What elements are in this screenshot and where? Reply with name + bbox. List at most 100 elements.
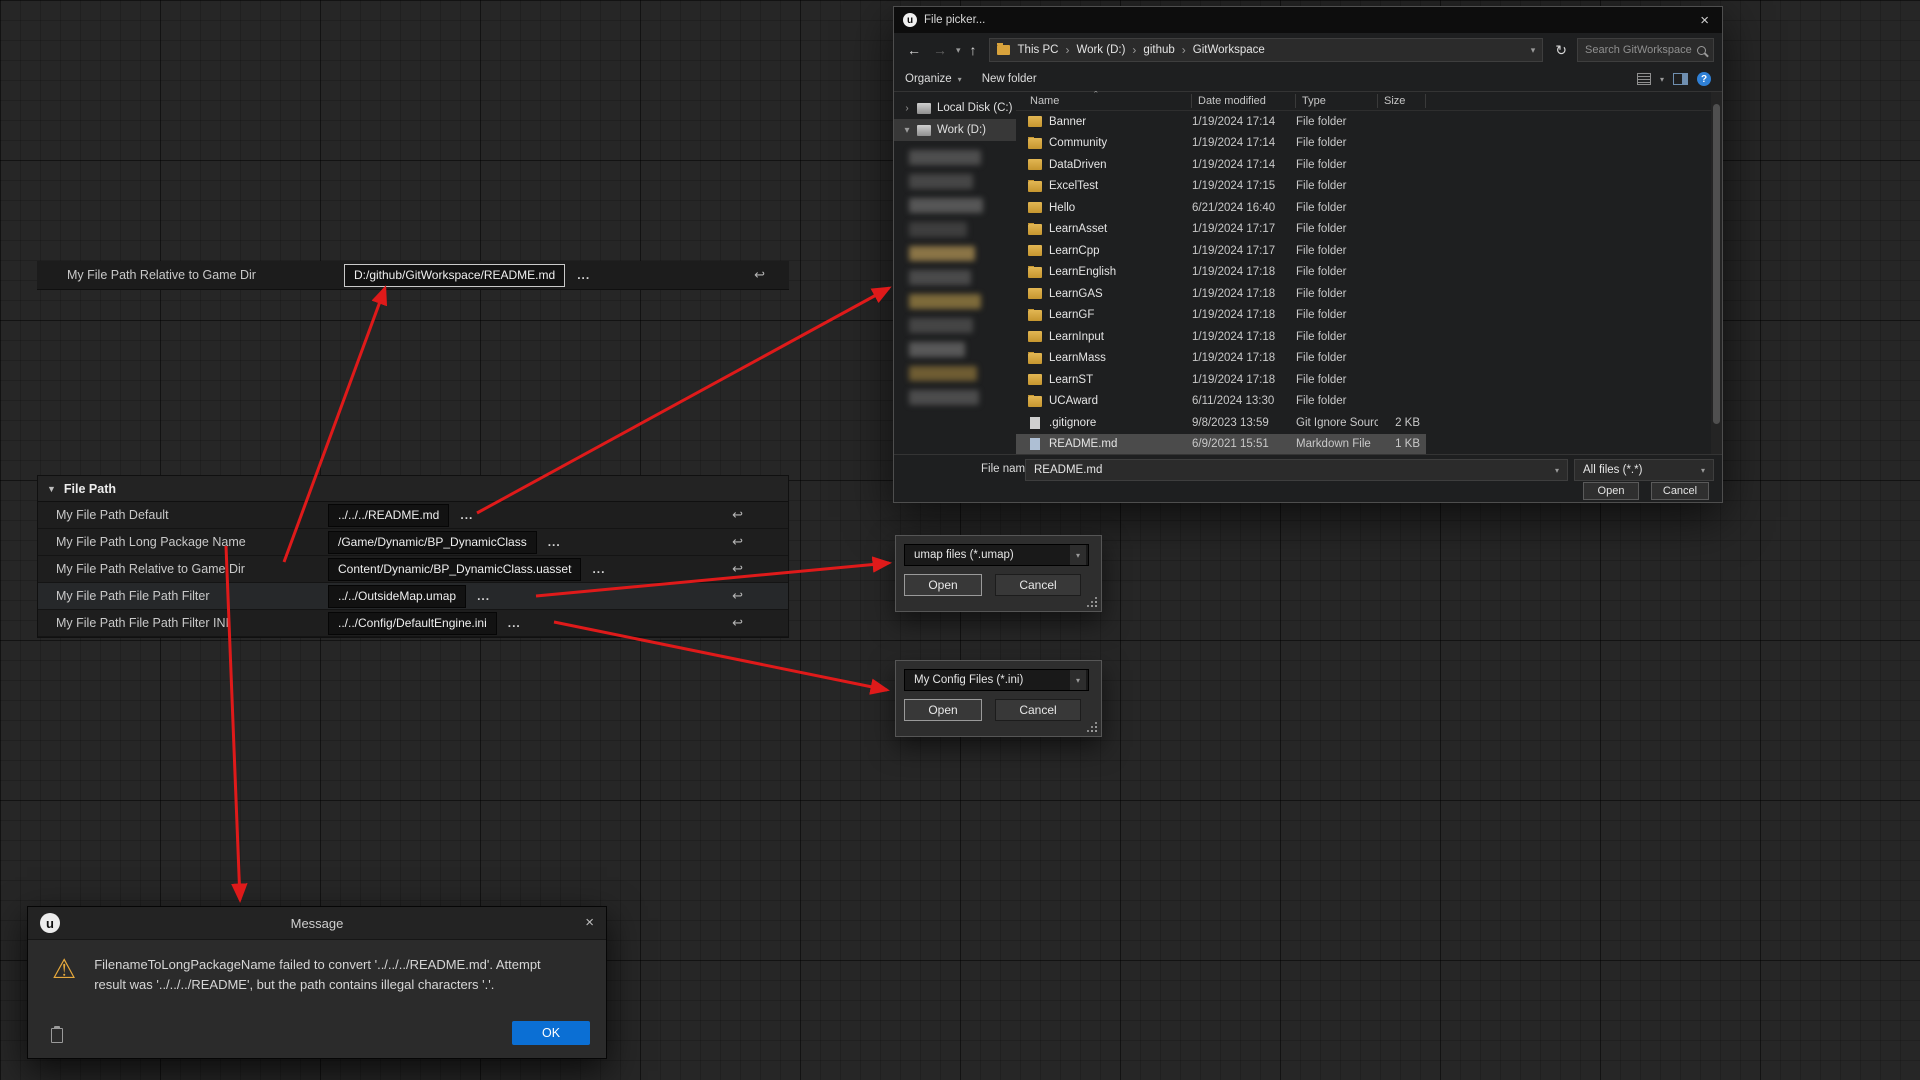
message-titlebar[interactable]: u Message × xyxy=(28,907,606,940)
file-type: File folder xyxy=(1296,137,1378,149)
file-row[interactable]: .gitignore 9/8/2023 13:59 Git Ignore Sou… xyxy=(1016,412,1426,434)
file-row[interactable]: LearnGF 1/19/2024 17:18 File folder xyxy=(1016,305,1426,327)
breadcrumb-segment[interactable]: Work (D:) xyxy=(1076,44,1125,56)
chevron-down-icon[interactable]: ▾ xyxy=(1070,670,1086,690)
file-name: LearnInput xyxy=(1049,331,1104,343)
browse-button[interactable]: ... xyxy=(477,589,490,603)
revert-icon[interactable]: ↩ xyxy=(732,507,743,523)
breadcrumb-segment[interactable]: GitWorkspace xyxy=(1193,44,1265,56)
organize-menu[interactable]: Organize ▾ xyxy=(905,73,962,85)
file-name: LearnCpp xyxy=(1049,245,1100,257)
ok-button[interactable]: OK xyxy=(512,1021,590,1045)
file-row[interactable]: LearnST 1/19/2024 17:18 File folder xyxy=(1016,369,1426,391)
file-row[interactable]: README.md 6/9/2021 15:51 Markdown File 1… xyxy=(1016,434,1426,456)
revert-icon[interactable]: ↩ xyxy=(732,534,743,550)
sidebar-item-local-disk-c[interactable]: › Local Disk (C:) xyxy=(894,97,1016,119)
view-chevron-icon[interactable]: ▾ xyxy=(1660,75,1664,84)
column-header-date-modified[interactable]: Date modified xyxy=(1192,94,1296,108)
revert-icon[interactable]: ↩ xyxy=(754,267,765,283)
new-folder-button[interactable]: New folder xyxy=(982,73,1037,85)
file-picker-titlebar[interactable]: u File picker... × xyxy=(894,7,1722,33)
file-type-dropdown[interactable]: All files (*.*) ▾ xyxy=(1574,459,1714,481)
breadcrumb-segment[interactable]: This PC xyxy=(1018,44,1059,56)
file-path-value-box[interactable]: ../../Config/DefaultEngine.ini xyxy=(328,612,497,635)
breadcrumb[interactable]: This PC›Work (D:)›github›GitWorkspace ▾ xyxy=(989,38,1544,62)
file-path-value-box[interactable]: D:/github/GitWorkspace/README.md xyxy=(344,264,565,287)
scrollbar[interactable] xyxy=(1711,92,1722,454)
scrollbar-thumb[interactable] xyxy=(1713,104,1720,424)
column-header-name[interactable]: Name xyxy=(1016,94,1192,108)
change-view-icon[interactable] xyxy=(1637,73,1651,85)
open-button[interactable]: Open xyxy=(904,574,982,596)
file-row[interactable]: ExcelTest 1/19/2024 17:15 File folder xyxy=(1016,176,1426,198)
file-name: .gitignore xyxy=(1049,417,1096,429)
sort-ascending-icon: ˆ xyxy=(1094,90,1098,102)
column-header-size[interactable]: Size xyxy=(1378,94,1426,108)
property-row-relative-game-dir[interactable]: My File Path Relative to Game Dir D:/git… xyxy=(37,261,789,290)
file-row[interactable]: LearnAsset 1/19/2024 17:17 File folder xyxy=(1016,219,1426,241)
file-row[interactable]: Hello 6/21/2024 16:40 File folder xyxy=(1016,197,1426,219)
copy-to-clipboard-icon[interactable] xyxy=(51,1028,63,1043)
cancel-button[interactable]: Cancel xyxy=(995,699,1081,721)
revert-icon[interactable]: ↩ xyxy=(732,588,743,604)
file-filter-dropdown[interactable]: My Config Files (*.ini) ▾ xyxy=(904,669,1089,691)
details-row[interactable]: My File Path File Path Filter INI ../../… xyxy=(38,610,788,637)
file-row[interactable]: LearnEnglish 1/19/2024 17:18 File folder xyxy=(1016,262,1426,284)
details-row[interactable]: My File Path Default ../../../README.md … xyxy=(38,502,788,529)
file-row[interactable]: Community 1/19/2024 17:14 File folder xyxy=(1016,133,1426,155)
file-icon xyxy=(1028,267,1042,278)
resize-grip[interactable] xyxy=(1087,722,1097,732)
breadcrumb-segment[interactable]: github xyxy=(1143,44,1174,56)
file-row[interactable]: LearnCpp 1/19/2024 17:17 File folder xyxy=(1016,240,1426,262)
revert-icon[interactable]: ↩ xyxy=(732,561,743,577)
close-icon[interactable]: × xyxy=(585,914,594,931)
back-icon[interactable]: ← xyxy=(902,42,926,58)
file-path-value-box[interactable]: Content/Dynamic/BP_DynamicClass.uasset xyxy=(328,558,581,581)
cancel-button[interactable]: Cancel xyxy=(1651,482,1709,500)
open-button[interactable]: Open xyxy=(904,699,982,721)
chevron-down-icon[interactable]: ▾ xyxy=(903,125,911,136)
file-filter-dropdown[interactable]: umap files (*.umap) ▾ xyxy=(904,544,1089,566)
revert-icon[interactable]: ↩ xyxy=(732,615,743,631)
preview-pane-icon[interactable] xyxy=(1673,73,1688,85)
help-icon[interactable]: ? xyxy=(1697,72,1711,86)
file-name-input[interactable]: README.md ▾ xyxy=(1025,459,1568,481)
up-icon[interactable]: ↑ xyxy=(965,42,982,58)
sidebar-item-work-d[interactable]: ▾ Work (D:) xyxy=(894,119,1016,141)
file-date-modified: 1/19/2024 17:15 xyxy=(1192,180,1296,192)
file-row[interactable]: LearnMass 1/19/2024 17:18 File folder xyxy=(1016,348,1426,370)
search-box[interactable] xyxy=(1577,38,1714,62)
column-header-type[interactable]: Type xyxy=(1296,94,1378,108)
category-header-file-path[interactable]: ▼ File Path xyxy=(38,476,788,502)
browse-button[interactable]: ... xyxy=(592,562,605,576)
details-row[interactable]: My File Path Relative to Game Dir Conten… xyxy=(38,556,788,583)
file-row[interactable]: DataDriven 1/19/2024 17:14 File folder xyxy=(1016,154,1426,176)
file-row[interactable]: UCAward 6/11/2024 13:30 File folder xyxy=(1016,391,1426,413)
open-button[interactable]: Open xyxy=(1583,482,1639,500)
browse-button[interactable]: ... xyxy=(460,508,473,522)
chevron-down-icon[interactable]: ▾ xyxy=(1555,466,1559,475)
file-row[interactable]: Banner 1/19/2024 17:14 File folder xyxy=(1016,111,1426,133)
file-row[interactable]: LearnInput 1/19/2024 17:18 File folder xyxy=(1016,326,1426,348)
cancel-button[interactable]: Cancel xyxy=(995,574,1081,596)
resize-grip[interactable] xyxy=(1087,597,1097,607)
details-row[interactable]: My File Path Long Package Name /Game/Dyn… xyxy=(38,529,788,556)
refresh-icon[interactable]: ↻ xyxy=(1550,42,1572,59)
chevron-down-icon[interactable]: ▾ xyxy=(1701,466,1705,475)
forward-icon[interactable]: → xyxy=(928,42,952,58)
file-path-value-box[interactable]: /Game/Dynamic/BP_DynamicClass xyxy=(328,531,537,554)
chevron-down-icon[interactable]: ▾ xyxy=(1070,545,1086,565)
triangle-down-icon[interactable]: ▼ xyxy=(47,484,56,494)
chevron-right-icon[interactable]: › xyxy=(903,103,911,114)
close-icon[interactable]: × xyxy=(1687,12,1722,29)
file-path-value-box[interactable]: ../../../README.md xyxy=(328,504,449,527)
browse-button[interactable]: ... xyxy=(548,535,561,549)
browse-button[interactable]: ... xyxy=(508,616,521,630)
history-chevron-icon[interactable]: ▾ xyxy=(954,45,963,56)
chevron-down-icon[interactable]: ▾ xyxy=(1531,45,1536,56)
browse-button[interactable]: ... xyxy=(577,268,590,282)
file-row[interactable]: LearnGAS 1/19/2024 17:18 File folder xyxy=(1016,283,1426,305)
file-path-value-box[interactable]: ../../OutsideMap.umap xyxy=(328,585,466,608)
details-row[interactable]: My File Path File Path Filter ../../Outs… xyxy=(38,583,788,610)
search-input[interactable] xyxy=(1585,44,1697,56)
